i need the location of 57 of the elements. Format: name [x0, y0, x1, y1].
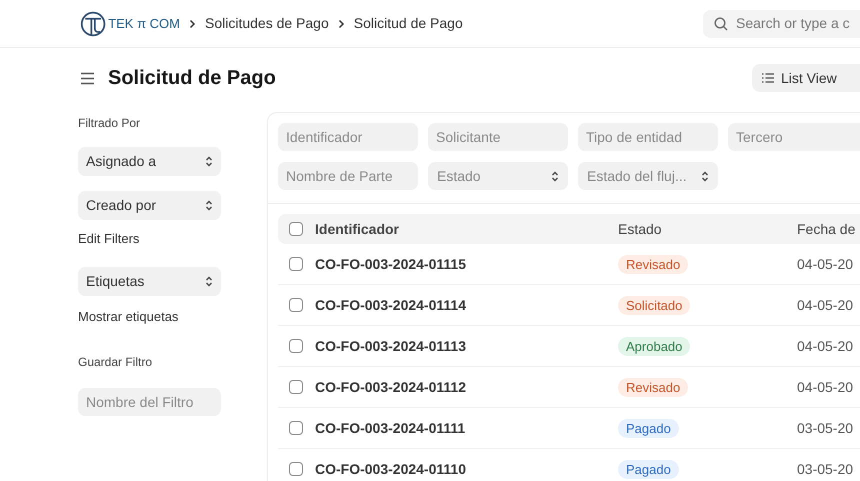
date-cell-text: 04-05-20 [797, 378, 854, 396]
row-identifier[interactable]: CO-FO-003-2024-01115 [315, 254, 618, 274]
checkbox[interactable] [289, 222, 303, 236]
checkbox[interactable] [289, 380, 303, 394]
row-identifier[interactable]: CO-FO-003-2024-01114 [315, 294, 618, 316]
checkbox[interactable] [289, 421, 303, 435]
row-identifier[interactable]: CO-FO-003-2024-01113 [315, 336, 618, 356]
updown-chevron-icon [205, 276, 213, 286]
column-header: Identificador [315, 220, 400, 238]
edit-filters-link[interactable]: Edit Filters [78, 229, 221, 248]
sidebar-heading: Filtrado Por [78, 115, 142, 132]
date-cell-text: 03-05-20 [797, 418, 854, 438]
list-icon [762, 73, 774, 83]
logo-text: TEK π COM [108, 14, 180, 33]
page-title: Solicitud de Pago [108, 66, 276, 91]
checkbox[interactable] [289, 462, 303, 476]
updown-chevron-icon [551, 170, 559, 182]
chevron-right-icon [338, 18, 345, 28]
row-identifier[interactable]: CO-FO-003-2024-01110 [315, 458, 618, 480]
updown-chevron-icon [205, 156, 213, 167]
filter-field[interactable]: Identificador [278, 123, 418, 151]
checkbox[interactable] [289, 339, 303, 353]
date-cell-text: 04-05-20 [797, 296, 854, 314]
filter-select[interactable]: Asignado a [78, 147, 221, 176]
filter-field[interactable]: Nombre de Parte [278, 162, 418, 190]
row-identifier[interactable]: CO-FO-003-2024-01111 [315, 418, 618, 438]
search-field[interactable]: Search or type a c [703, 10, 860, 38]
tags-select[interactable]: Etiquetas [78, 266, 221, 296]
search-icon [714, 16, 728, 30]
filter-field[interactable]: Solicitante [428, 123, 568, 151]
chevron-right-icon [189, 18, 196, 28]
status-badge: Revisado [618, 254, 688, 274]
filter-select[interactable]: Creado por [78, 191, 221, 220]
checkbox[interactable] [289, 257, 303, 271]
status-badge: Pagado [618, 460, 679, 478]
breadcrumb-link[interactable]: Solicitudes de Pago [205, 13, 329, 34]
checkbox[interactable] [289, 298, 303, 312]
filter-field[interactable]: Tipo de entidad [578, 123, 718, 151]
date-cell-text: 04-05-20 [797, 254, 854, 274]
status-badge: Pagado [618, 418, 679, 438]
column-header: Fecha de [797, 220, 856, 238]
menu-icon[interactable] [80, 72, 95, 84]
date-cell-text: 04-05-20 [797, 336, 854, 356]
show-tags-link[interactable]: Mostrar etiquetas [78, 306, 221, 326]
updown-chevron-icon [205, 200, 213, 211]
date-cell-text: 03-05-20 [797, 460, 854, 478]
row-identifier[interactable]: CO-FO-003-2024-01112 [315, 376, 618, 398]
save-filter-heading: Guardar Filtro [78, 354, 154, 371]
updown-chevron-icon [701, 170, 709, 182]
status-badge: Solicitado [618, 296, 690, 314]
status-badge: Revisado [618, 378, 688, 396]
list-view-button[interactable]: List View [752, 64, 860, 92]
filter-field[interactable]: Tercero [728, 123, 860, 151]
column-header: Estado [618, 220, 663, 238]
status-badge: Aprobado [618, 336, 690, 356]
filter-name-field[interactable]: Nombre del Filtro [78, 388, 221, 416]
breadcrumb-link[interactable]: Solicitud de Pago [354, 13, 463, 34]
